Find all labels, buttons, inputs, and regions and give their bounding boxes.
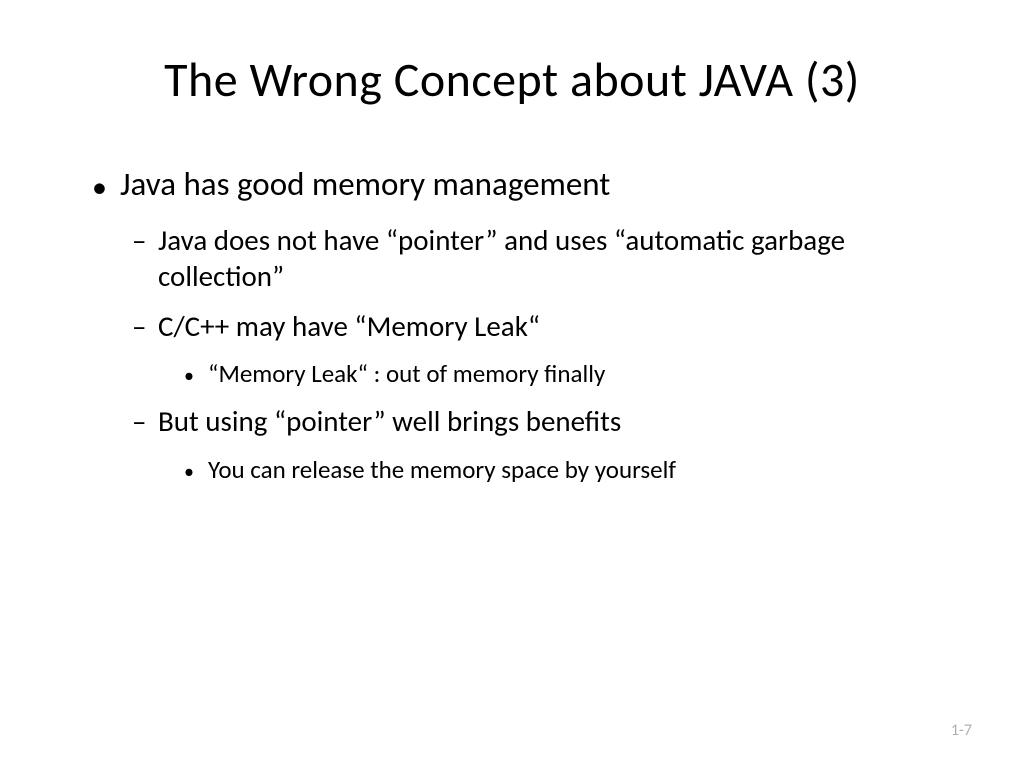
- slide-container: The Wrong Concept about JAVA (3) Java ha…: [0, 0, 1024, 768]
- bullet-level3: “Memory Leak“ : out of memory finally: [208, 358, 964, 389]
- bullet-level1: Java has good memory management: [120, 164, 964, 206]
- bullet-level2: But using “pointer” well brings benefits: [158, 403, 964, 439]
- bullet-level2: Java does not have “pointer” and uses “a…: [158, 222, 964, 295]
- slide-title: The Wrong Concept about JAVA (3): [60, 50, 964, 109]
- page-number: 1-7: [951, 721, 972, 740]
- bullet-level3: You can release the memory space by your…: [208, 454, 964, 485]
- slide-content: Java has good memory management Java doe…: [60, 164, 964, 485]
- bullet-level2: C/C++ may have “Memory Leak“: [158, 308, 964, 344]
